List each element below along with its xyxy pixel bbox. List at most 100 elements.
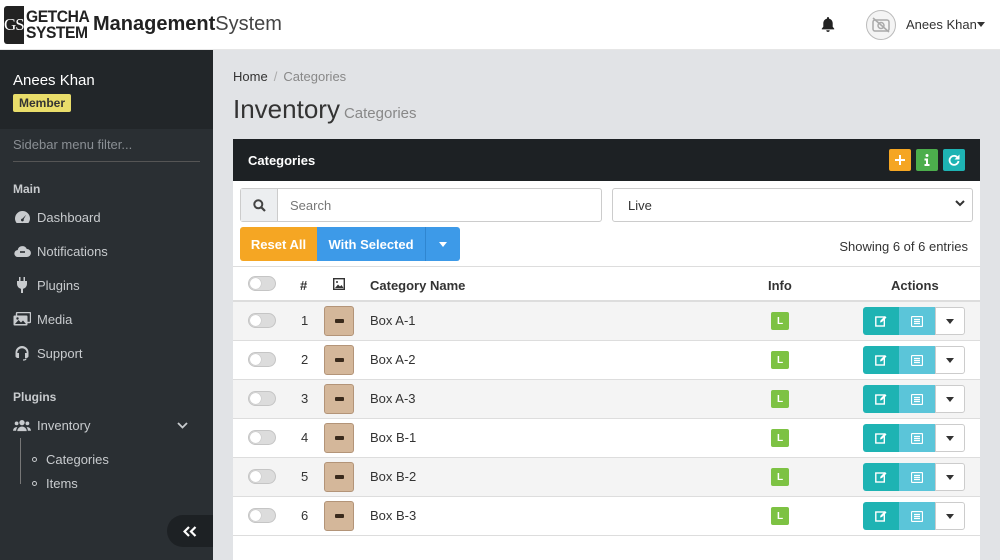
row-select-toggle[interactable] <box>248 391 276 406</box>
with-selected-button[interactable]: With Selected <box>317 227 425 261</box>
sidebar-item-label: Notifications <box>37 243 108 259</box>
row-number: 2 <box>301 352 309 367</box>
select-all-toggle[interactable] <box>248 276 276 291</box>
row-select-toggle[interactable] <box>248 313 276 328</box>
sidebar-item-dashboard[interactable]: Dashboard <box>0 200 213 234</box>
box-handle-icon <box>334 358 344 362</box>
live-badge: L <box>771 468 789 486</box>
panel-title: Categories <box>248 152 316 168</box>
info-icon <box>924 154 930 166</box>
top-bar: GS GETCHA SYSTEM ManagementSystem Anees … <box>0 0 1000 50</box>
sidebar-subitem-categories[interactable]: Categories <box>32 452 109 467</box>
edit-button[interactable] <box>863 307 899 335</box>
edit-button[interactable] <box>863 502 899 530</box>
live-badge: L <box>771 429 789 447</box>
plus-icon <box>895 155 905 165</box>
list-icon <box>911 315 923 327</box>
edit-button[interactable] <box>863 424 899 452</box>
category-name: Box B-3 <box>370 508 417 523</box>
app-title-bold: Management <box>93 13 216 35</box>
table-header: # Category Name Info Actions <box>233 266 980 302</box>
sidebar-item-inventory[interactable]: Inventory <box>0 408 213 442</box>
edit-icon <box>875 510 887 522</box>
search-box <box>240 188 602 222</box>
user-menu-name[interactable]: Anees Khan <box>906 17 977 32</box>
edit-button[interactable] <box>863 463 899 491</box>
images-icon <box>13 312 31 326</box>
sidebar-item-label: Support <box>37 345 83 361</box>
column-header-name[interactable]: Category Name <box>370 278 465 293</box>
breadcrumb-home[interactable]: Home <box>233 69 268 84</box>
sidebar-filter-input[interactable] <box>13 137 193 152</box>
table-row: 4 Box B-1 L <box>233 419 980 458</box>
row-select-toggle[interactable] <box>248 469 276 484</box>
row-actions-dropdown[interactable] <box>935 424 965 452</box>
page-title: Inventory Categories <box>233 94 417 125</box>
status-select[interactable]: Live <box>612 188 973 222</box>
details-button[interactable] <box>899 463 935 491</box>
category-thumbnail <box>324 462 354 492</box>
sidebar-user-panel: Anees Khan Member <box>0 50 213 129</box>
category-thumbnail <box>324 345 354 375</box>
cloud-icon <box>13 245 31 258</box>
table-row: 6 Box B-3 L <box>233 497 980 536</box>
with-selected-dropdown-toggle[interactable] <box>425 227 460 261</box>
edit-icon <box>875 471 887 483</box>
caret-down-icon <box>946 396 954 402</box>
row-actions-dropdown[interactable] <box>935 385 965 413</box>
row-actions-dropdown[interactable] <box>935 463 965 491</box>
sidebar-subitem-label: Items <box>46 476 78 491</box>
box-handle-icon <box>334 514 344 518</box>
sidebar-item-support[interactable]: Support <box>0 336 213 370</box>
reset-all-button[interactable]: Reset All <box>240 227 317 261</box>
details-button[interactable] <box>899 346 935 374</box>
details-button[interactable] <box>899 307 935 335</box>
bell-icon[interactable] <box>820 16 836 33</box>
breadcrumb-current: Categories <box>283 69 347 84</box>
column-header-number: # <box>300 278 308 293</box>
details-button[interactable] <box>899 385 935 413</box>
row-actions-dropdown[interactable] <box>935 307 965 335</box>
category-name: Box A-1 <box>370 313 416 328</box>
search-input[interactable] <box>278 189 598 221</box>
brand-logo[interactable]: GS GETCHA SYSTEM <box>4 6 89 44</box>
row-actions-dropdown[interactable] <box>935 502 965 530</box>
row-actions-dropdown[interactable] <box>935 346 965 374</box>
list-icon <box>911 471 923 483</box>
sidebar-item-notifications[interactable]: Notifications <box>0 234 213 268</box>
users-icon <box>13 419 31 432</box>
chevron-down-icon[interactable] <box>177 422 188 429</box>
sidebar-section-plugins: Plugins <box>13 390 57 404</box>
edit-button[interactable] <box>863 385 899 413</box>
dashboard-icon <box>13 210 31 224</box>
sidebar-collapse-button[interactable] <box>167 515 213 547</box>
sidebar-subitem-items[interactable]: Items <box>32 476 78 491</box>
sidebar-item-media[interactable]: Media <box>0 302 213 336</box>
box-handle-icon <box>334 475 344 479</box>
box-handle-icon <box>334 397 344 401</box>
column-header-actions: Actions <box>891 278 939 293</box>
row-select-toggle[interactable] <box>248 352 276 367</box>
caret-down-icon <box>439 241 447 247</box>
sidebar-user-name: Anees Khan <box>13 72 95 89</box>
app-title-rest: System <box>215 13 282 35</box>
refresh-button[interactable] <box>943 149 965 171</box>
caret-down-icon[interactable] <box>977 22 985 27</box>
row-number: 3 <box>301 391 309 406</box>
edit-button[interactable] <box>863 346 899 374</box>
details-button[interactable] <box>899 502 935 530</box>
table-row: 5 Box B-2 L <box>233 458 980 497</box>
tree-connector <box>20 438 21 484</box>
row-select-toggle[interactable] <box>248 508 276 523</box>
avatar[interactable] <box>866 10 896 40</box>
app-title: ManagementSystem <box>93 13 282 36</box>
add-button[interactable] <box>889 149 911 171</box>
role-badge: Member <box>13 94 72 112</box>
logo-mark: GS <box>4 6 25 44</box>
headset-icon <box>13 345 31 361</box>
details-button[interactable] <box>899 424 935 452</box>
info-button[interactable] <box>916 149 938 171</box>
sidebar-item-plugins[interactable]: Plugins <box>0 268 213 302</box>
row-select-toggle[interactable] <box>248 430 276 445</box>
edit-icon <box>875 432 887 444</box>
